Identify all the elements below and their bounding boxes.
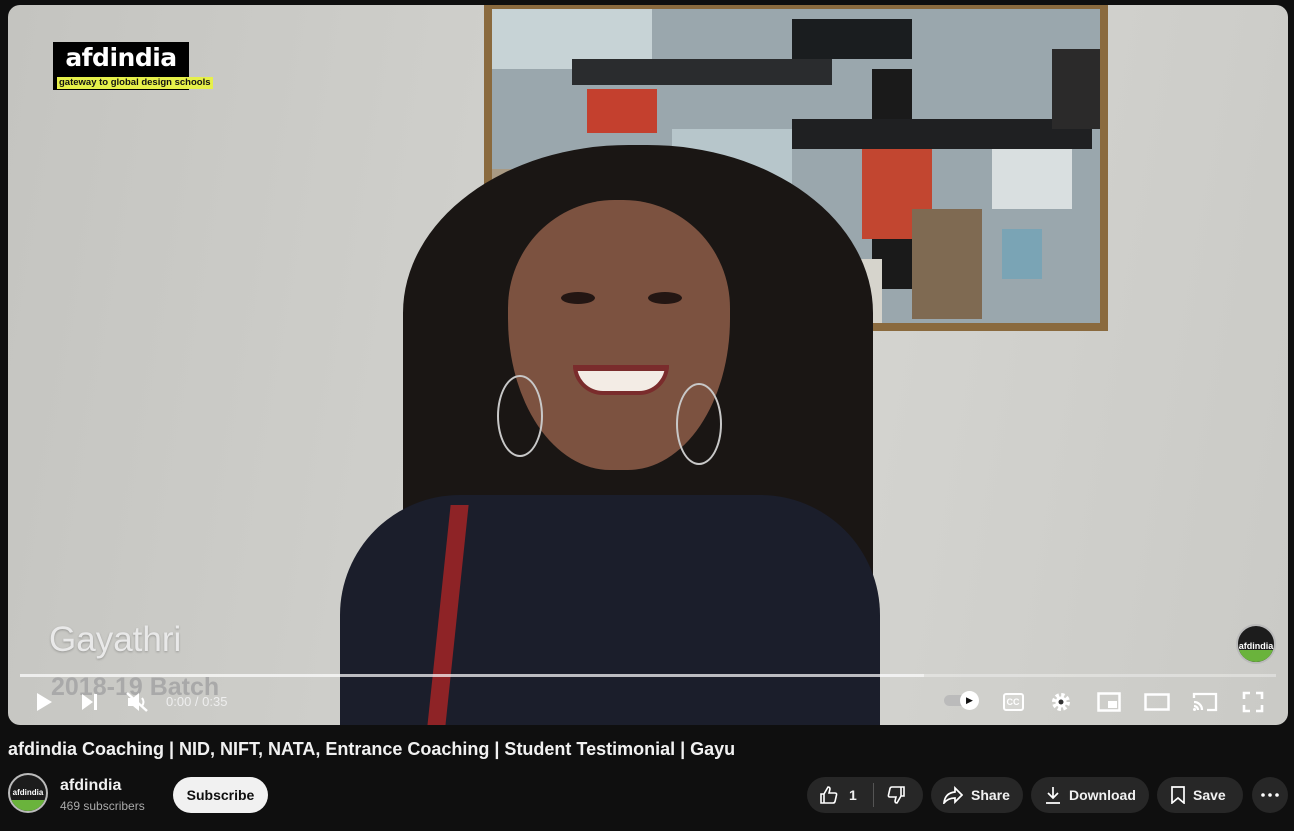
share-button[interactable]: Share (931, 777, 1023, 813)
download-icon (1046, 787, 1060, 804)
logo-main-text: afdindia (65, 43, 177, 72)
fullscreen-button[interactable] (1238, 687, 1268, 717)
right-eye (648, 292, 682, 304)
autoplay-knob: ▶ (960, 691, 979, 710)
dislike-button[interactable] (886, 785, 906, 805)
play-icon (37, 693, 52, 711)
time-display: 0:00 / 0:35 (166, 694, 228, 709)
channel-watermark[interactable]: afdindia (1236, 624, 1276, 664)
next-button[interactable] (76, 687, 104, 717)
cast-icon (1192, 692, 1218, 712)
fullscreen-icon (1242, 691, 1264, 713)
next-icon (82, 694, 97, 710)
left-eye (561, 292, 595, 304)
captions-button[interactable]: CC (998, 687, 1028, 717)
overlay-student-name: Gayathri (49, 620, 182, 659)
right-earring (676, 383, 722, 465)
more-actions-button[interactable] (1252, 777, 1288, 813)
cast-button[interactable] (1190, 687, 1220, 717)
share-icon (943, 786, 963, 804)
play-button[interactable] (30, 687, 58, 717)
like-button[interactable]: 1 (819, 785, 857, 805)
progress-buffered (20, 674, 925, 677)
video-title: afdindia Coaching | NID, NIFT, NATA, Ent… (8, 739, 736, 759)
logo-tagline: gateway to global design schools (57, 77, 213, 89)
smile (573, 365, 669, 395)
afdindia-logo: afdindia gateway to global design school… (53, 42, 213, 90)
theater-button[interactable] (1142, 687, 1172, 717)
save-label: Save (1193, 787, 1226, 803)
like-count: 1 (849, 787, 857, 803)
settings-icon (1052, 693, 1070, 711)
watermark-text: afdindia (1238, 641, 1274, 651)
download-label: Download (1069, 787, 1136, 803)
miniplayer-button[interactable] (1094, 687, 1124, 717)
more-horizontal-icon (1261, 793, 1279, 797)
progress-bar[interactable] (20, 674, 1276, 677)
save-button[interactable]: Save (1157, 777, 1243, 813)
player-controls: 0:00 / 0:35 ▶ CC (8, 681, 1288, 725)
download-button[interactable]: Download (1031, 777, 1149, 813)
video-player[interactable]: afdindia gateway to global design school… (8, 5, 1288, 725)
like-divider (872, 783, 874, 807)
thumbs-up-icon (820, 786, 838, 804)
channel-avatar[interactable]: afdindia (8, 773, 48, 813)
avatar-text: afdindia (12, 788, 44, 797)
miniplayer-icon (1097, 692, 1121, 712)
settings-button[interactable] (1046, 687, 1076, 717)
mute-button[interactable] (122, 687, 152, 717)
bookmark-icon (1171, 786, 1185, 804)
share-label: Share (971, 787, 1010, 803)
cc-icon: CC (1002, 693, 1024, 711)
like-dislike-group: 1 (807, 777, 923, 813)
channel-name[interactable]: afdindia (60, 777, 121, 795)
left-earring (497, 375, 543, 457)
theater-icon (1144, 693, 1170, 711)
subscribe-button[interactable]: Subscribe (173, 777, 268, 813)
thumbs-down-icon (887, 786, 905, 804)
mute-icon (126, 692, 148, 712)
subscriber-count: 469 subscribers (60, 799, 145, 813)
